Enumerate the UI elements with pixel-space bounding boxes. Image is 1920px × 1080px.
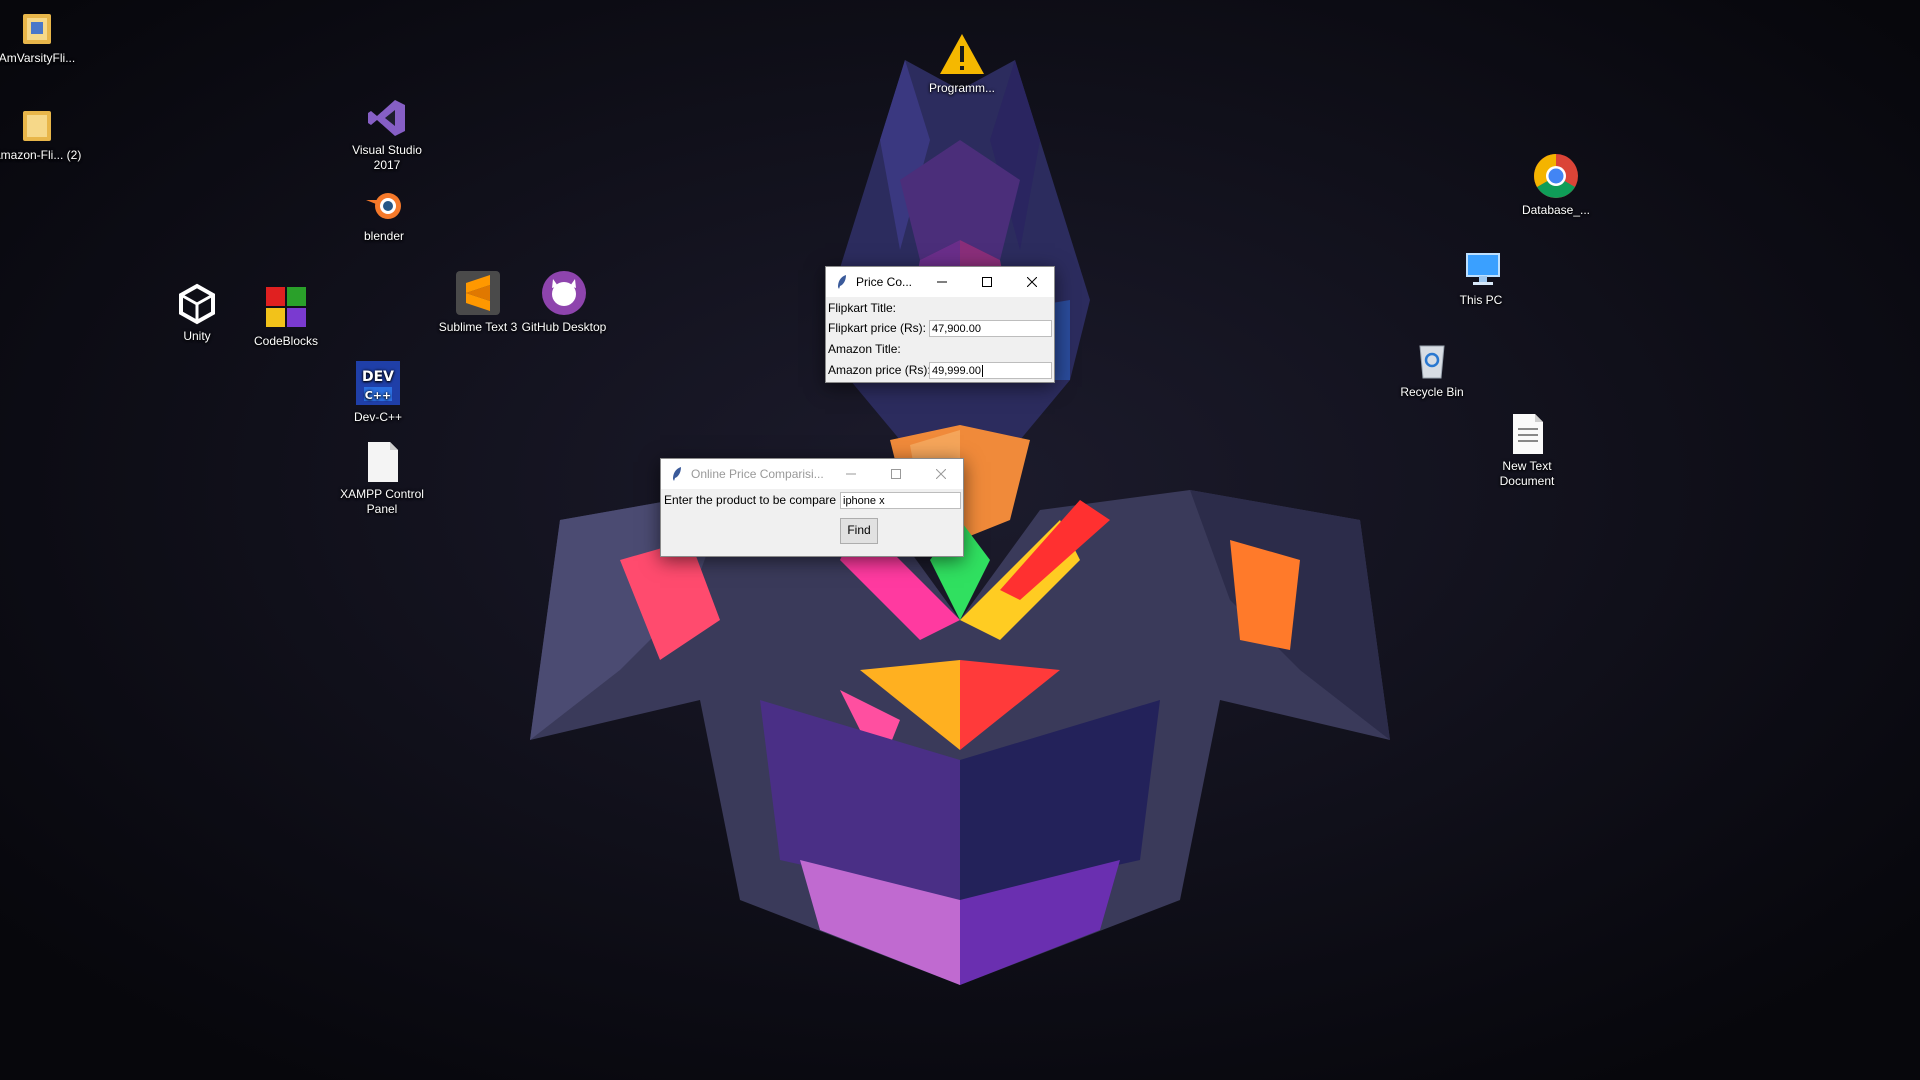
maximize-button[interactable] [964, 267, 1009, 297]
icon-label: Programm... [928, 81, 995, 95]
product-prompt-label: Enter the product to be compare [664, 493, 837, 507]
window-titlebar[interactable]: Price Co... [826, 267, 1054, 297]
amazon-price-value: 49,999.00 [932, 365, 981, 377]
icon-label: This PC [1459, 293, 1503, 307]
recycle-bin-icon [1419, 345, 1445, 379]
svg-text:C++: C++ [365, 389, 392, 402]
desktop-icon-unity[interactable]: Unity [149, 282, 245, 344]
icon-label: Amazon-Fli... (2) [0, 148, 82, 162]
icon-label: New Text Document [1499, 459, 1555, 488]
desktop-icon-dev-cpp[interactable]: DEV C++ Dev-C++ [330, 359, 426, 425]
desktop-icon-amazon-folder[interactable]: Amazon-Fli... (2) [0, 105, 85, 163]
amazon-price-field[interactable]: 49,999.00 [929, 362, 1052, 379]
icon-label: GitHub Desktop [521, 320, 607, 334]
product-search-input[interactable]: iphone x [840, 492, 961, 509]
text-caret [981, 365, 983, 378]
desktop-icon-this-pc[interactable]: This PC [1433, 250, 1529, 308]
minimize-icon [845, 473, 856, 475]
icon-label: Dev-C++ [353, 410, 403, 424]
icon-label: Unity [183, 329, 211, 343]
flipkart-title-label: Flipkart Title: [828, 301, 897, 315]
maximize-icon [890, 469, 901, 479]
flipkart-price-field[interactable]: 47,900.00 [929, 320, 1052, 337]
maximize-button[interactable] [873, 459, 918, 489]
desktop-icon-amvarsity-folder[interactable]: AmVarsityFli... [0, 8, 85, 66]
icon-label: Database_... [1521, 203, 1591, 217]
maximize-icon [981, 277, 992, 287]
find-button[interactable]: Find [840, 518, 878, 544]
product-search-value: iphone x [843, 495, 885, 507]
close-icon [935, 469, 946, 479]
feather-icon [838, 275, 846, 289]
dev-cpp-icon: DEV C++ [356, 361, 400, 405]
icon-label: AmVarsityFli... [0, 51, 76, 65]
close-button[interactable] [1009, 267, 1054, 297]
visual-studio-icon [368, 100, 405, 136]
desktop-icon-github-desktop[interactable]: GitHub Desktop [516, 269, 612, 335]
desktop-icon-blender[interactable]: blender [336, 186, 432, 244]
desktop-icon-programm[interactable]: Programm... [914, 30, 1010, 96]
window-title: Price Co... [856, 275, 913, 289]
icon-label: Sublime Text 3 [438, 320, 518, 334]
desktop-icon-xampp[interactable]: XAMPP Control Panel [334, 440, 430, 517]
github-desktop-icon [542, 271, 586, 315]
desktop-icon-new-text-document[interactable]: New Text Document [1479, 412, 1575, 489]
chrome-icon [1534, 154, 1578, 198]
icon-label: blender [363, 229, 405, 243]
flipkart-price-value: 47,900.00 [932, 323, 981, 335]
sublime-text-icon [456, 271, 500, 315]
folder-icon [23, 14, 51, 44]
svg-text:DEV: DEV [362, 369, 394, 385]
icon-label: XAMPP Control Panel [340, 487, 424, 516]
feather-icon [673, 467, 681, 481]
close-button[interactable] [918, 459, 963, 489]
flipkart-price-label: Flipkart price (Rs): [828, 321, 927, 335]
minimize-button[interactable] [919, 267, 964, 297]
icon-label: CodeBlocks [253, 334, 319, 348]
amazon-price-label: Amazon price (Rs): [828, 363, 931, 377]
icon-label: Recycle Bin [1400, 385, 1464, 399]
codeblocks-icon [266, 287, 306, 327]
unity-icon [179, 283, 215, 325]
window-titlebar[interactable]: Online Price Comparisi... [661, 459, 963, 489]
window-title: Online Price Comparisi... [691, 467, 824, 481]
minimize-icon [936, 281, 947, 283]
blender-icon [366, 193, 401, 219]
desktop-icon-sublime-text[interactable]: Sublime Text 3 [430, 269, 526, 335]
icon-label: Visual Studio 2017 [352, 143, 422, 172]
desktop-icon-recycle-bin[interactable]: Recycle Bin [1384, 338, 1480, 400]
close-icon [1026, 277, 1037, 287]
minimize-button[interactable] [828, 459, 873, 489]
desktop-icon-visual-studio[interactable]: Visual Studio 2017 [339, 96, 435, 173]
computer-icon [1466, 253, 1500, 285]
document-icon [368, 442, 398, 482]
warning-icon [940, 34, 984, 74]
online-price-comparison-window: Online Price Comparisi... Enter the prod… [660, 458, 964, 557]
desktop-icon-codeblocks[interactable]: CodeBlocks [238, 283, 334, 349]
folder-icon [23, 111, 51, 141]
text-document-icon [1513, 414, 1543, 454]
amazon-title-label: Amazon Title: [828, 342, 901, 356]
desktop-icon-database-chrome[interactable]: Database_... [1508, 152, 1604, 218]
price-comparison-window: Price Co... Flipkart Title: Flipkart pri… [825, 266, 1055, 383]
